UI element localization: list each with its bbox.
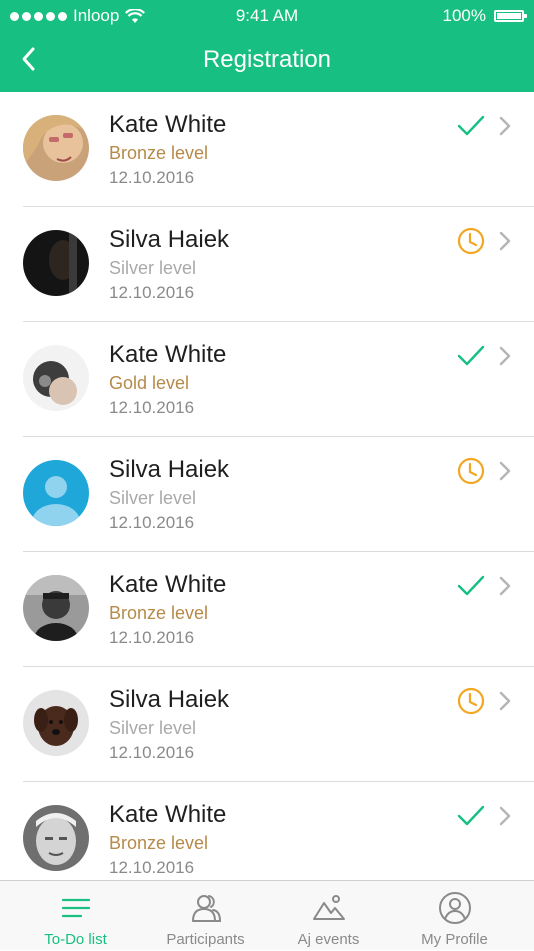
profile-icon [438, 892, 471, 924]
list-item[interactable]: Kate White Bronze level 12.10.2016 [0, 782, 534, 880]
registration-list[interactable]: Kate White Bronze level 12.10.2016 Silva… [0, 92, 534, 880]
list-item[interactable]: Silva Haiek Silver level 12.10.2016 [0, 437, 534, 552]
participant-name: Kate White [109, 801, 227, 828]
avatar-photo-icon [23, 230, 89, 296]
avatar-photo-icon [23, 345, 89, 411]
participant-date: 12.10.2016 [109, 398, 195, 417]
participant-name: Kate White [109, 341, 227, 368]
avatar [23, 230, 89, 296]
default-avatar-icon [23, 460, 89, 526]
chevron-right-icon [499, 461, 511, 481]
avatar-photo-icon [23, 575, 89, 641]
participant-date: 12.10.2016 [109, 858, 195, 877]
participant-level: Bronze level [109, 143, 209, 163]
tab-label: My Profile [421, 931, 488, 948]
tab-label: Participants [166, 931, 245, 948]
checkmark-icon [457, 345, 485, 366]
participant-level: Silver level [109, 488, 197, 508]
tab-label: To-Do list [44, 931, 107, 948]
list-item[interactable]: Kate White Bronze level 12.10.2016 [0, 552, 534, 667]
tab-label: Aj events [297, 931, 360, 948]
status-right: 100% [442, 6, 527, 26]
chevron-right-icon [499, 576, 511, 596]
avatar [23, 345, 89, 411]
participant-date: 12.10.2016 [109, 743, 195, 762]
chevron-right-icon [499, 806, 511, 826]
list-item[interactable]: Silva Haiek Silver level 12.10.2016 [0, 667, 534, 782]
participant-level: Silver level [109, 718, 197, 738]
list-item[interactable]: Silva Haiek Silver level 12.10.2016 [0, 207, 534, 322]
tab-aj-events[interactable]: Aj events [262, 881, 395, 951]
avatar [23, 115, 89, 181]
participant-date: 12.10.2016 [109, 628, 195, 647]
app-header: Inloop 9:41 AM 100% Registration [0, 0, 534, 92]
participant-name: Kate White [109, 111, 227, 138]
list-item[interactable]: Kate White Bronze level 12.10.2016 [0, 92, 534, 207]
participant-name: Silva Haiek [109, 456, 230, 483]
participant-date: 12.10.2016 [109, 168, 195, 187]
chevron-right-icon [499, 346, 511, 366]
chevron-right-icon [499, 116, 511, 136]
checkmark-icon [457, 575, 485, 596]
participant-level: Bronze level [109, 833, 209, 853]
battery-percent: 100% [442, 6, 486, 25]
participant-level: Gold level [109, 373, 190, 393]
list-icon [61, 898, 90, 918]
participant-name: Kate White [109, 571, 227, 598]
tab-bar: To-Do list Participants Aj events My Pro… [0, 880, 534, 950]
avatar [23, 805, 89, 871]
avatar-photo-icon [23, 690, 89, 756]
participant-date: 12.10.2016 [109, 513, 195, 532]
checkmark-icon [457, 115, 485, 136]
clock-icon [457, 227, 485, 255]
participants-icon [191, 895, 221, 922]
chevron-right-icon [499, 231, 511, 251]
status-bar: Inloop 9:41 AM 100% [0, 0, 534, 32]
mountain-icon [312, 895, 345, 920]
tab-participants[interactable]: Participants [139, 881, 272, 951]
tab-todo-list[interactable]: To-Do list [9, 881, 142, 951]
page-title: Registration [202, 46, 332, 73]
clock-icon [457, 687, 485, 715]
tab-my-profile[interactable]: My Profile [388, 881, 521, 951]
participant-name: Silva Haiek [109, 686, 230, 713]
clock-icon [457, 457, 485, 485]
participant-level: Silver level [109, 258, 197, 278]
avatar [23, 690, 89, 756]
participant-date: 12.10.2016 [109, 283, 195, 302]
participant-name: Silva Haiek [109, 226, 230, 253]
chevron-right-icon [499, 691, 511, 711]
participant-level: Bronze level [109, 603, 209, 623]
battery-icon [494, 10, 527, 22]
checkmark-icon [457, 805, 485, 826]
avatar-photo-icon [23, 115, 89, 181]
avatar [23, 460, 89, 526]
avatar [23, 575, 89, 641]
list-item[interactable]: Kate White Gold level 12.10.2016 [0, 322, 534, 437]
avatar-photo-icon [23, 805, 89, 871]
